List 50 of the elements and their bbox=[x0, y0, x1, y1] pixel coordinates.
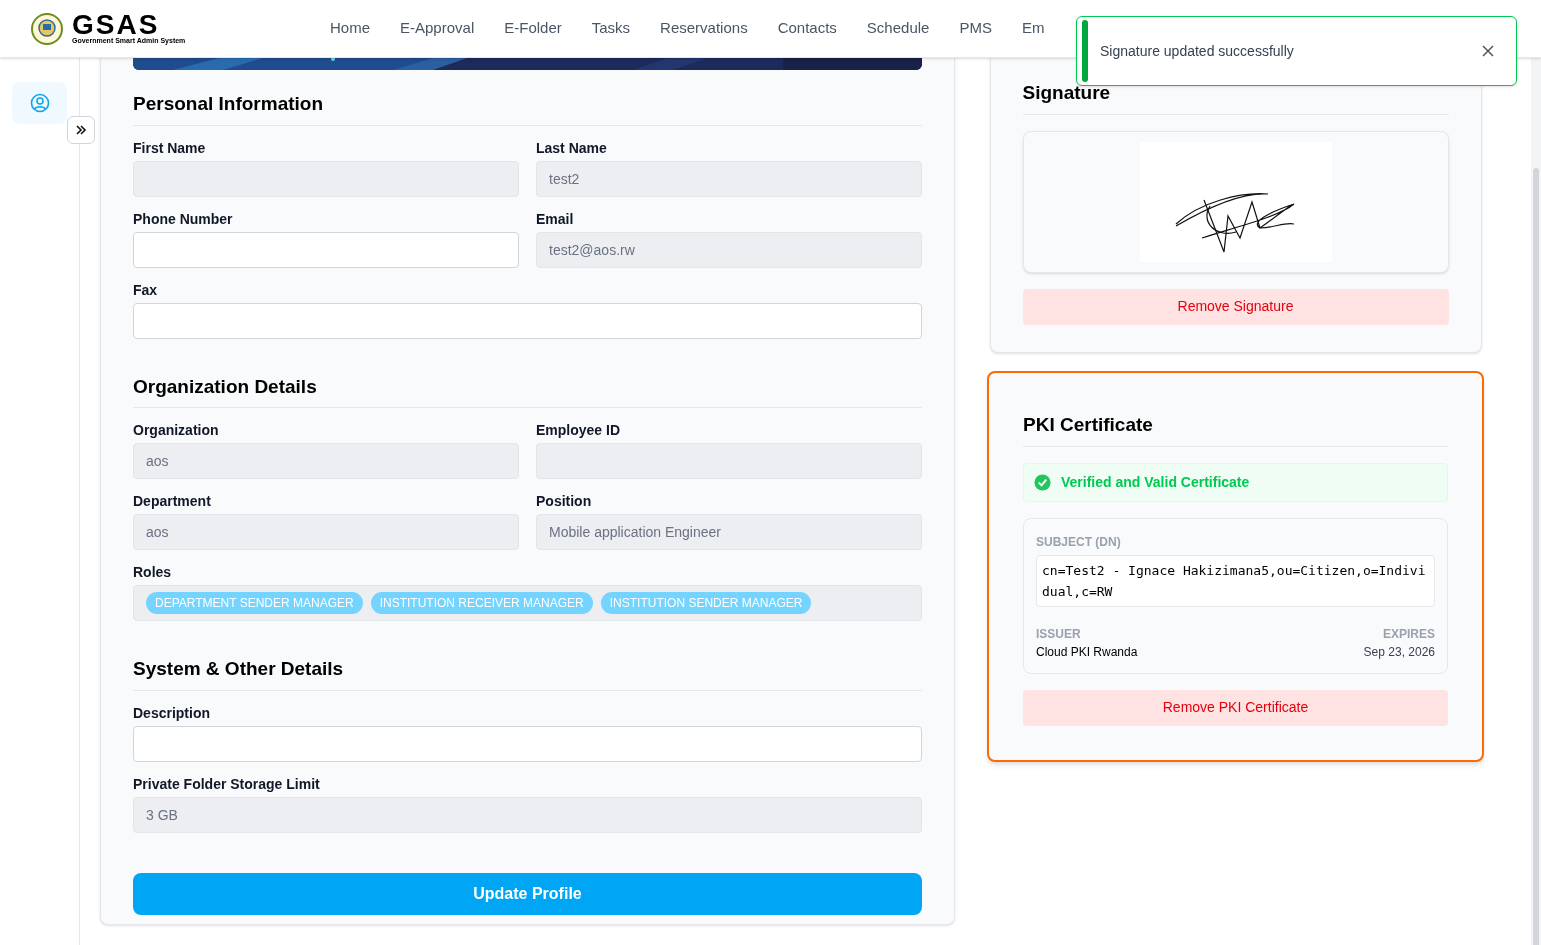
logo-title: GSAS bbox=[72, 13, 161, 37]
field-label: Phone Number bbox=[133, 209, 234, 229]
field-label: Employee ID bbox=[536, 421, 622, 440]
section-title: Organization Details bbox=[133, 372, 922, 408]
field-label: SUBJECT (DN) bbox=[1036, 533, 1122, 551]
field-label: First Name bbox=[133, 138, 207, 158]
field-label: Private Folder Storage Limit bbox=[133, 774, 321, 794]
nav-link[interactable]: E-Approval bbox=[400, 17, 475, 40]
input-field[interactable] bbox=[133, 302, 922, 339]
user-icon bbox=[29, 93, 50, 113]
role-tag: DEPARTMENT SENDER MANAGER bbox=[146, 592, 363, 614]
field-label: Last Name bbox=[536, 138, 608, 158]
nav-link[interactable]: Contacts bbox=[777, 17, 837, 40]
nav-link[interactable]: Tasks bbox=[591, 17, 631, 40]
expiry-value: Sep 23, 2026 bbox=[1363, 643, 1435, 661]
nav-link[interactable]: PMS bbox=[959, 17, 992, 40]
field-label: EXPIRES bbox=[1382, 625, 1435, 643]
close-icon bbox=[1482, 45, 1494, 57]
nav-link[interactable]: Em bbox=[1021, 17, 1045, 40]
status-text: Verified and Valid Certificate bbox=[1061, 472, 1250, 492]
subject-value: cn=Test2 - Ignace Hakizimana5,ou=Citizen,o=Individual,c=RW bbox=[1036, 554, 1435, 607]
scrollbar-thumb[interactable] bbox=[1533, 168, 1539, 945]
section-title: PKI Certificate bbox=[1023, 411, 1448, 447]
emblem-icon bbox=[30, 12, 64, 45]
role-tag: INSTITUTION SENDER MANAGER bbox=[600, 592, 812, 614]
expand-button[interactable] bbox=[67, 116, 95, 144]
field-label: Roles bbox=[133, 563, 173, 582]
chevrons-right-icon bbox=[75, 124, 87, 136]
section-title: Personal Information bbox=[133, 90, 922, 126]
nav-link[interactable]: E-Folder bbox=[504, 17, 562, 40]
field-label: Fax bbox=[133, 280, 159, 300]
field-label: Position bbox=[536, 492, 593, 511]
remove-certificate-button[interactable]: Remove PKI Certificate bbox=[1023, 689, 1448, 726]
input-field[interactable] bbox=[133, 725, 922, 762]
field-label: Department bbox=[133, 492, 212, 511]
section-title: System & Other Details bbox=[133, 655, 922, 691]
toast-message: Signature updated successfully bbox=[1100, 41, 1295, 61]
toast-accent bbox=[1082, 20, 1088, 82]
field-label: Description bbox=[133, 703, 211, 723]
issuer-value: Cloud PKI Rwanda bbox=[1036, 643, 1138, 661]
nav-link[interactable]: Reservations bbox=[660, 17, 748, 40]
remove-signature-button[interactable]: Remove Signature bbox=[1022, 288, 1449, 325]
check-badge-icon bbox=[1034, 473, 1051, 491]
field-label: ISSUER bbox=[1036, 625, 1082, 643]
role-tag: INSTITUTION RECEIVER MANAGER bbox=[370, 592, 593, 614]
field-label: Email bbox=[536, 209, 575, 229]
nav-link[interactable]: Home bbox=[330, 17, 370, 40]
nav-link[interactable]: Schedule bbox=[866, 17, 930, 40]
input-field[interactable] bbox=[133, 231, 519, 268]
field-label: Organization bbox=[133, 421, 220, 440]
